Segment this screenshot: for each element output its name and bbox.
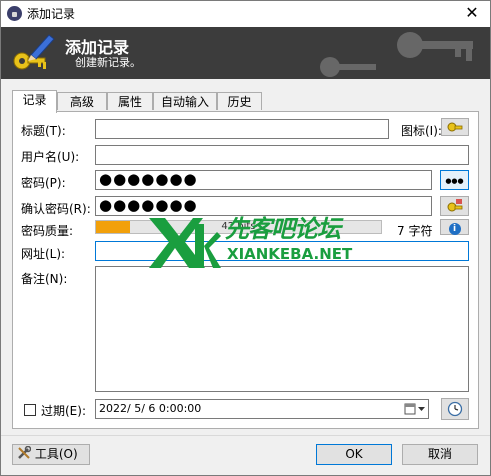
key-pen-icon: [13, 34, 55, 70]
url-input[interactable]: [95, 241, 469, 261]
icon-picker-button[interactable]: [441, 118, 469, 136]
password-input[interactable]: ●●●●●●●: [95, 170, 432, 190]
ok-button[interactable]: OK: [316, 444, 392, 465]
confirm-password-label: 确认密码(R):: [21, 202, 91, 216]
tools-icon: [18, 445, 32, 459]
info-icon: i: [448, 223, 461, 235]
quality-label: 密码质量:: [21, 224, 74, 238]
key-watermark-icon: [320, 32, 473, 77]
notes-textarea[interactable]: [95, 266, 469, 392]
window-title: 添加记录: [27, 7, 76, 21]
username-label: 用户名(U):: [21, 150, 80, 164]
expires-preset-button[interactable]: [441, 398, 469, 420]
confirm-password-input[interactable]: ●●●●●●●: [95, 196, 432, 216]
toggle-password-visibility-button[interactable]: ●●●: [440, 170, 469, 190]
tools-label: 工具(O): [34, 447, 78, 461]
expires-datetime[interactable]: 2022/ 5/ 6 0:00:00: [95, 399, 429, 419]
banner-subtitle: 创建新记录。: [75, 56, 141, 69]
tab-properties[interactable]: 属性: [107, 92, 153, 110]
dots-icon: ●●●: [445, 177, 464, 185]
add-entry-window: 添加记录 ✕ 添加记录 创建新记录。 记录 高级 属性 自动输入 历史 标题(T…: [0, 0, 491, 476]
expires-checkbox[interactable]: [24, 404, 36, 416]
title-input[interactable]: [95, 119, 389, 139]
tab-history[interactable]: 历史: [217, 92, 262, 110]
icon-label: 图标(I):: [401, 124, 442, 138]
password-generator-button[interactable]: [440, 196, 469, 216]
close-icon[interactable]: ✕: [462, 3, 482, 23]
tab-entry[interactable]: 记录: [12, 90, 57, 113]
tab-auto-type[interactable]: 自动输入: [153, 92, 217, 110]
char-count: 7 字符: [397, 224, 433, 238]
url-label: 网址(L):: [21, 247, 66, 261]
header-banner: 添加记录 创建新记录。: [1, 27, 490, 79]
expires-label: 过期(E):: [41, 404, 86, 418]
title-label: 标题(T):: [21, 124, 66, 138]
tools-button[interactable]: 工具(O): [12, 444, 90, 465]
quality-info-button[interactable]: i: [440, 219, 469, 235]
password-label: 密码(P):: [21, 176, 66, 190]
calendar-icon[interactable]: [404, 402, 426, 416]
entry-panel: 标题(T): 图标(I): 用户名(U): 密码(P): ●●●●●●● ●●●…: [12, 111, 479, 429]
username-input[interactable]: [95, 145, 469, 165]
quality-bits: 42 bits: [221, 221, 256, 232]
notes-label: 备注(N):: [21, 272, 68, 286]
key-icon: [447, 122, 463, 132]
cancel-button[interactable]: 取消: [402, 444, 478, 465]
expires-value: 2022/ 5/ 6 0:00:00: [99, 402, 202, 415]
tab-advanced[interactable]: 高级: [57, 92, 107, 110]
lock-icon: [7, 6, 22, 21]
generator-icon: [447, 199, 462, 212]
clock-icon: [447, 401, 463, 417]
title-bar: 添加记录 ✕: [1, 1, 490, 27]
footer-separator: [1, 435, 490, 436]
password-quality-bar: 42 bits: [95, 220, 382, 234]
